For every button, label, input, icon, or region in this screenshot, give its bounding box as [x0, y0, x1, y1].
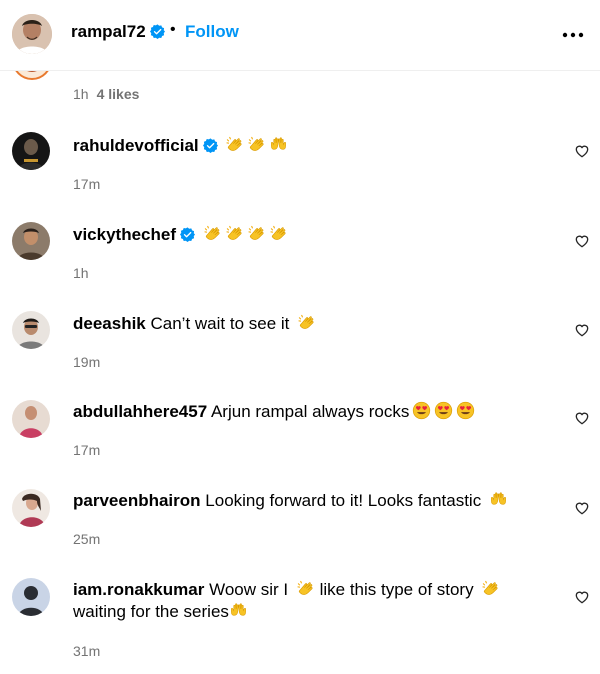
- comment-time: 31m: [73, 643, 101, 659]
- follow-button[interactable]: Follow: [185, 22, 239, 42]
- commenter-avatar[interactable]: [12, 222, 50, 260]
- comment-item: deeashik Can’t wait to see it 19m: [0, 307, 600, 377]
- clapping-hands-icon: [225, 224, 244, 243]
- clapping-hands-icon: [247, 224, 266, 243]
- clapping-hands-icon: [247, 135, 266, 154]
- comment-text-part2: like this type of story: [319, 580, 474, 599]
- raised-hands-icon: [489, 490, 508, 509]
- commenter-username[interactable]: deeashik: [73, 314, 146, 333]
- comment-time: 17m: [73, 176, 101, 192]
- commenter-avatar[interactable]: [12, 578, 50, 616]
- comment-item: vickythechef 1h: [0, 218, 600, 288]
- comment-time: 25m: [73, 531, 101, 547]
- previous-comment-likes[interactable]: 4 likes: [97, 86, 140, 102]
- like-heart-icon[interactable]: [574, 322, 590, 338]
- clapping-hands-icon: [225, 135, 244, 154]
- heart-eyes-emoji-icon: [434, 401, 453, 420]
- comment-body: vickythechef: [73, 224, 553, 246]
- like-heart-icon[interactable]: [574, 500, 590, 516]
- more-options-icon[interactable]: [561, 25, 585, 45]
- comment-body: deeashik Can’t wait to see it: [73, 313, 553, 335]
- commenter-username[interactable]: iam.ronakkumar: [73, 580, 204, 599]
- author-username-text[interactable]: rampal72: [71, 22, 146, 41]
- comment-text-part3: waiting for the series: [73, 602, 229, 621]
- verified-badge-icon: [203, 138, 218, 153]
- heart-eyes-emoji-icon: [412, 401, 431, 420]
- comment-item: parveenbhairon Looking forward to it! Lo…: [0, 485, 600, 555]
- clapping-hands-icon: [297, 313, 316, 332]
- raised-hands-icon: [229, 601, 248, 620]
- commenter-avatar[interactable]: [12, 489, 50, 527]
- heart-eyes-emoji-icon: [456, 401, 475, 420]
- like-heart-icon[interactable]: [574, 589, 590, 605]
- commenter-username[interactable]: abdullahhere457: [73, 402, 207, 421]
- separator-dot: •: [170, 21, 176, 38]
- comment-text: Can’t wait to see it: [150, 314, 290, 333]
- commenter-avatar[interactable]: [12, 311, 50, 349]
- author-username[interactable]: rampal72: [71, 22, 165, 42]
- comment-body: abdullahhere457 Arjun rampal always rock…: [73, 401, 553, 423]
- comment-item: abdullahhere457 Arjun rampal always rock…: [0, 395, 600, 465]
- comment-body: rahuldevofficial: [73, 135, 553, 157]
- clapping-hands-icon: [296, 579, 315, 598]
- comment-body: parveenbhairon Looking forward to it! Lo…: [73, 490, 553, 512]
- like-heart-icon[interactable]: [574, 143, 590, 159]
- comment-text: Arjun rampal always rocks: [210, 402, 410, 421]
- comment-item: iam.ronakkumar Woow sir I like this type…: [0, 575, 600, 670]
- commenter-username[interactable]: vickythechef: [73, 225, 176, 244]
- raised-hands-icon: [269, 135, 288, 154]
- like-heart-icon[interactable]: [574, 233, 590, 249]
- commenter-username[interactable]: rahuldevofficial: [73, 136, 199, 155]
- comment-item: rahuldevofficial 17m: [0, 128, 600, 198]
- author-avatar[interactable]: [12, 14, 52, 54]
- comment-body: iam.ronakkumar Woow sir I like this type…: [73, 579, 553, 623]
- previous-comment-time: 1h: [73, 86, 89, 102]
- verified-badge-icon: [150, 24, 165, 39]
- clapping-hands-icon: [481, 579, 500, 598]
- commenter-avatar[interactable]: [12, 400, 50, 438]
- verified-badge-icon: [180, 227, 195, 242]
- previous-comment-meta: 1h 4 likes: [73, 86, 139, 102]
- like-heart-icon[interactable]: [574, 410, 590, 426]
- comment-time: 19m: [73, 354, 101, 370]
- comment-time: 17m: [73, 442, 101, 458]
- post-header: rampal72 • Follow: [0, 0, 600, 71]
- commenter-username[interactable]: parveenbhairon: [73, 491, 201, 510]
- clapping-hands-icon: [203, 224, 222, 243]
- comment-time: 1h: [73, 265, 89, 281]
- clapping-hands-icon: [269, 224, 288, 243]
- comment-text: Looking forward to it! Looks fantastic: [205, 491, 482, 510]
- comment-text-part1: Woow sir I: [209, 580, 289, 599]
- commenter-avatar[interactable]: [12, 132, 50, 170]
